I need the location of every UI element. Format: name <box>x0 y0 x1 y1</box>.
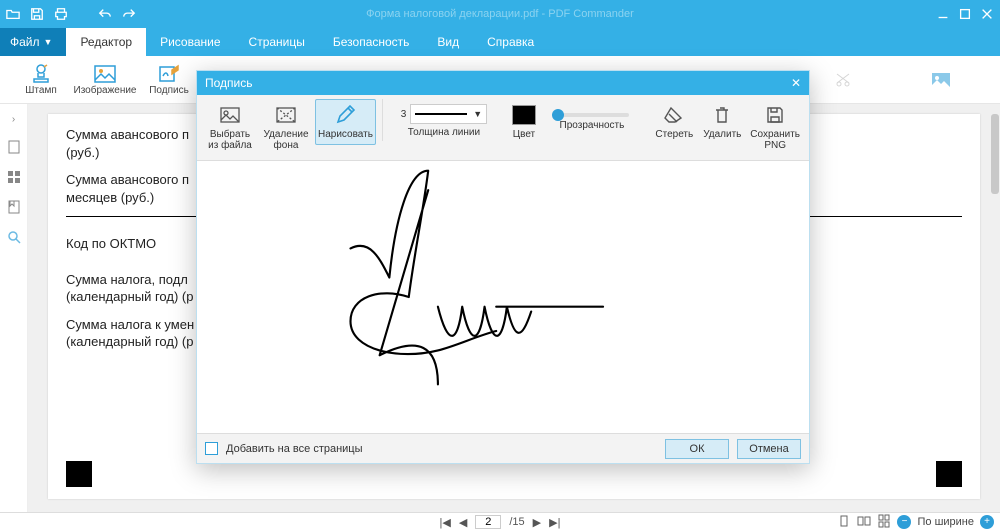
layout-single-icon[interactable] <box>837 514 851 531</box>
dialog-toolbar: Выбрать из файла Удаление фона Нарисоват… <box>197 95 809 161</box>
signature-canvas[interactable] <box>197 161 809 433</box>
first-page-icon[interactable]: |◀ <box>440 516 451 529</box>
dialog-titlebar[interactable]: Подпись ✕ <box>197 71 809 95</box>
opacity-control[interactable]: Прозрачность <box>549 99 635 136</box>
tool-save-png[interactable]: Сохранить PNG <box>747 99 803 156</box>
undo-icon[interactable] <box>98 7 112 21</box>
picture-icon <box>929 69 953 91</box>
tool-delete[interactable]: Удалить <box>699 99 745 145</box>
ribbon-signature[interactable]: Подпись <box>140 63 198 96</box>
maximize-icon[interactable] <box>958 7 972 21</box>
eraser-icon <box>662 104 686 126</box>
zoom-in-button[interactable]: + <box>980 515 994 529</box>
layout-double-icon[interactable] <box>857 514 871 531</box>
close-window-icon[interactable] <box>980 7 994 21</box>
tool-from-file[interactable]: Выбрать из файла <box>203 99 257 156</box>
tab-draw[interactable]: Рисование <box>146 28 234 56</box>
text-row: (календарный год) (р <box>66 289 193 304</box>
search-icon[interactable] <box>6 229 22 245</box>
text-row: Сумма налога к умен <box>66 317 194 332</box>
tool-erase[interactable]: Стереть <box>651 99 697 145</box>
scissors-icon <box>831 69 855 91</box>
tab-view[interactable]: Вид <box>423 28 473 56</box>
chevron-down-icon: ▼ <box>473 109 482 119</box>
text-row: (руб.) <box>66 145 99 160</box>
opacity-slider[interactable] <box>555 113 629 117</box>
tab-help[interactable]: Справка <box>473 28 548 56</box>
tab-editor[interactable]: Редактор <box>66 28 146 56</box>
text-row: (календарный год) (р <box>66 334 193 349</box>
text-row: Сумма авансового п <box>66 172 189 187</box>
last-page-icon[interactable]: ▶| <box>549 516 560 529</box>
tool-remove-bg[interactable]: Удаление фона <box>259 99 313 156</box>
marker-box <box>936 461 962 487</box>
tab-security[interactable]: Безопасность <box>319 28 424 56</box>
image-icon <box>93 63 117 85</box>
bookmarks-icon[interactable] <box>6 199 22 215</box>
ribbon-picture[interactable] <box>912 69 970 91</box>
ribbon-stamp[interactable]: Штамп <box>12 63 70 96</box>
minimize-icon[interactable] <box>936 7 950 21</box>
next-page-icon[interactable]: ▶ <box>533 516 541 529</box>
color-swatch <box>512 105 536 125</box>
open-icon[interactable] <box>6 7 20 21</box>
text-row: Сумма авансового п <box>66 127 189 142</box>
prev-page-icon[interactable]: ◀ <box>459 516 467 529</box>
zoom-out-button[interactable]: − <box>897 515 911 529</box>
tool-draw[interactable]: Нарисовать <box>315 99 376 145</box>
outline-icon[interactable] <box>6 139 22 155</box>
save-icon[interactable] <box>30 7 44 21</box>
page-total: /15 <box>509 516 524 528</box>
menubar: Файл ▼ Редактор Рисование Страницы Безоп… <box>0 28 1000 56</box>
text-row: Сумма налога, подл <box>66 272 188 287</box>
titlebar: Форма налоговой декларации.pdf - PDF Com… <box>0 0 1000 28</box>
ribbon-stamp-label: Штамп <box>25 85 56 96</box>
cancel-button[interactable]: Отмена <box>737 439 801 459</box>
file-menu[interactable]: Файл ▼ <box>0 28 66 56</box>
statusbar: |◀ ◀ /15 ▶ ▶| − По ширине + <box>0 512 1000 531</box>
signature-dialog: Подпись ✕ Выбрать из файла Удаление фона… <box>196 70 810 464</box>
image-file-icon <box>218 104 242 126</box>
line-width-dropdown[interactable]: ▼ <box>410 104 487 124</box>
signature-icon <box>157 63 181 85</box>
text-row: Код по ОКТМО <box>66 236 156 251</box>
trash-icon <box>710 104 734 126</box>
stamp-icon <box>29 63 53 85</box>
all-pages-label: Добавить на все страницы <box>226 443 363 455</box>
thumbnails-icon[interactable] <box>6 169 22 185</box>
redo-icon[interactable] <box>122 7 136 21</box>
remove-bg-icon <box>274 104 298 126</box>
file-menu-label: Файл <box>10 35 40 49</box>
line-width-control: 3 ▼ Толщина линии <box>389 99 499 143</box>
marker-box <box>66 461 92 487</box>
page-number-input[interactable] <box>475 515 501 529</box>
text-row: месяцев (руб.) <box>66 190 154 205</box>
vertical-scrollbar[interactable] <box>990 104 1000 512</box>
collapse-icon[interactable]: › <box>12 114 15 125</box>
all-pages-checkbox[interactable] <box>205 442 218 455</box>
ok-button[interactable]: ОК <box>665 439 729 459</box>
document-title: Форма налоговой декларации.pdf - PDF Com… <box>0 8 1000 20</box>
line-width-value: 3 <box>401 109 407 120</box>
pencil-icon <box>333 104 357 126</box>
ribbon-image-label: Изображение <box>74 85 137 96</box>
ribbon-signature-label: Подпись <box>149 85 189 96</box>
save-png-icon <box>763 104 787 126</box>
side-panel: › <box>0 104 28 512</box>
dialog-footer: Добавить на все страницы ОК Отмена <box>197 433 809 463</box>
dialog-close-icon[interactable]: ✕ <box>791 76 801 90</box>
color-control[interactable]: Цвет <box>501 99 547 145</box>
handwritten-signature <box>197 161 809 433</box>
tab-pages[interactable]: Страницы <box>235 28 319 56</box>
zoom-mode-label[interactable]: По ширине <box>917 516 974 528</box>
dialog-title: Подпись <box>205 76 253 90</box>
ribbon-cut <box>814 69 872 91</box>
layout-continuous-icon[interactable] <box>877 514 891 531</box>
print-icon[interactable] <box>54 7 68 21</box>
ribbon-image[interactable]: Изображение <box>76 63 134 96</box>
